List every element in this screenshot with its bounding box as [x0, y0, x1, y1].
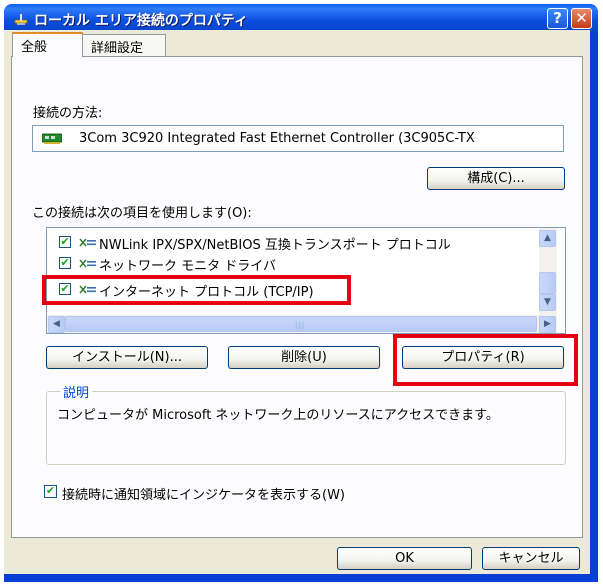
- scroll-right-button[interactable]: ▶: [539, 316, 556, 333]
- list-item-label: ネットワーク モニタ ドライバ: [99, 259, 277, 274]
- tab-advanced[interactable]: 詳細設定: [82, 34, 166, 56]
- close-icon: ✕: [575, 9, 588, 27]
- grip-icon: |||: [295, 321, 306, 329]
- install-button[interactable]: インストール(N)...: [46, 346, 208, 369]
- highlight-properties-button: [393, 334, 578, 386]
- description-text: コンピュータが Microsoft ネットワーク上のリソースにアクセスできます。: [57, 408, 499, 423]
- notify-label: 接続時に通知領域にインジケータを表示する(W): [62, 488, 345, 503]
- adapter-field: 3Com 3C920 Integrated Fast Ethernet Cont…: [32, 125, 564, 152]
- vertical-scrollbar[interactable]: ▲ ▼: [539, 228, 557, 315]
- scroll-left-button[interactable]: ◀: [48, 316, 65, 333]
- network-adapter-icon: [42, 133, 62, 144]
- window-title: ローカル エリア接続のプロパティ: [34, 13, 249, 29]
- configure-button[interactable]: 構成(C)...: [427, 167, 565, 190]
- description-title: 説明: [60, 382, 93, 401]
- ok-button[interactable]: OK: [337, 547, 472, 570]
- scroll-down-button[interactable]: ▼: [539, 294, 556, 311]
- description-group: [46, 391, 566, 465]
- cancel-button[interactable]: キャンセル: [482, 547, 580, 570]
- highlight-tcpip-item: [42, 275, 351, 305]
- scroll-up-button[interactable]: ▲: [539, 230, 556, 247]
- vertical-scroll-thumb[interactable]: [539, 272, 556, 294]
- tab-general[interactable]: 全般: [12, 32, 83, 57]
- connection-method-label: 接続の方法:: [33, 106, 103, 121]
- help-icon: ?: [553, 9, 562, 27]
- protocol-icon: [79, 259, 96, 268]
- item-checkbox[interactable]: ✔: [59, 236, 71, 248]
- notify-checkbox[interactable]: ✔: [44, 485, 57, 498]
- uninstall-button[interactable]: 削除(U): [228, 346, 380, 369]
- list-item-label: NWLink IPX/SPX/NetBIOS 互換トランスポート プロトコル: [99, 238, 451, 253]
- help-button[interactable]: ?: [547, 8, 568, 29]
- adapter-name: 3Com 3C920 Integrated Fast Ethernet Cont…: [79, 131, 475, 146]
- item-checkbox[interactable]: ✔: [59, 257, 71, 269]
- horizontal-scroll-thumb[interactable]: |||: [65, 316, 537, 332]
- horizontal-scrollbar[interactable]: ◀ ||| ▶: [47, 315, 557, 333]
- chevron-right-icon: ▶: [544, 319, 551, 329]
- items-label: この接続は次の項目を使用します(O):: [32, 206, 252, 221]
- chevron-down-icon: ▼: [544, 297, 551, 307]
- close-button[interactable]: ✕: [571, 8, 592, 29]
- protocol-icon: [79, 238, 96, 247]
- chevron-up-icon: ▲: [544, 233, 551, 243]
- network-connection-icon: [14, 14, 28, 25]
- chevron-left-icon: ◀: [53, 319, 60, 329]
